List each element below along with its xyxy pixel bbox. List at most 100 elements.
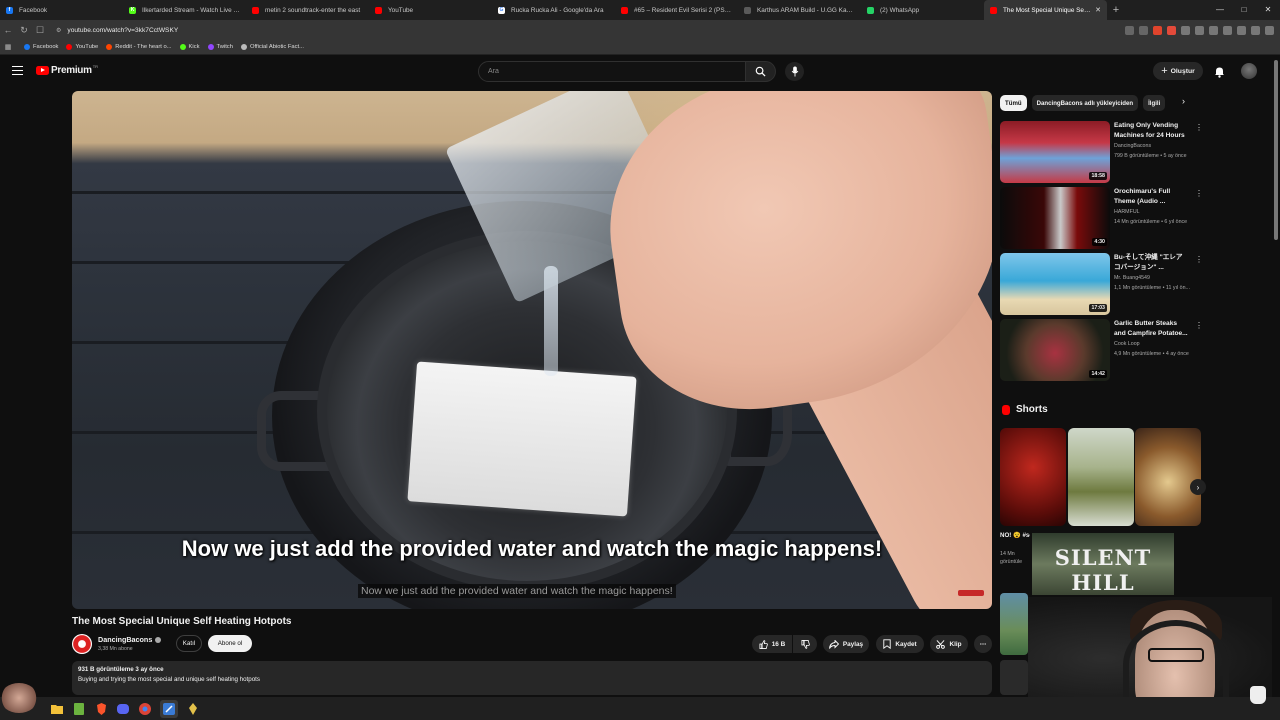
- extension-icon[interactable]: [1181, 25, 1190, 35]
- create-button[interactable]: + Oluştur: [1153, 62, 1203, 80]
- bookmark-item[interactable]: YouTube: [66, 44, 98, 50]
- video-title[interactable]: Garlic Butter Steaks and Campfire Potato…: [1114, 319, 1190, 338]
- bookmark-item[interactable]: Reddit - The heart o...: [106, 44, 172, 50]
- bookmark-item[interactable]: Official Abiotic Fact...: [240, 44, 304, 50]
- video-thumbnail[interactable]: 17:03: [1000, 253, 1110, 315]
- join-button[interactable]: Katıl: [176, 635, 202, 652]
- recommended-video[interactable]: 14:42 Garlic Butter Steaks and Campfire P…: [1000, 319, 1203, 381]
- brave-shield-icon[interactable]: [1153, 25, 1162, 35]
- like-button[interactable]: 16 B: [752, 635, 792, 653]
- share-button[interactable]: Paylaş: [823, 635, 869, 653]
- notifications-button[interactable]: [1214, 65, 1225, 83]
- browser-tab[interactable]: YouTube: [369, 0, 492, 20]
- bookmark-label: Official Abiotic Fact...: [249, 44, 304, 50]
- more-vertical-icon[interactable]: ⋮: [1195, 255, 1203, 264]
- chrome-icon[interactable]: [138, 702, 152, 716]
- video-thumbnail[interactable]: [1000, 593, 1028, 655]
- notepad-icon[interactable]: [72, 702, 86, 716]
- filter-chip[interactable]: Tümü: [1000, 95, 1027, 111]
- video-title[interactable]: Bu-そして沖縄 "エレア コバージョン" ...: [1114, 253, 1190, 272]
- channel-name[interactable]: HARMFUL: [1114, 209, 1140, 215]
- browser-tab[interactable]: G Rucka Rucka Ali - Google'da Ara: [492, 0, 615, 20]
- extension-icon[interactable]: [1139, 25, 1148, 35]
- description-box[interactable]: 931 B görüntüleme 3 ay önce Buying and t…: [72, 661, 992, 695]
- search-button[interactable]: [746, 61, 776, 82]
- app-icon[interactable]: [186, 702, 200, 716]
- close-tab-icon[interactable]: ✕: [1095, 6, 1101, 14]
- close-window-icon[interactable]: ✕: [1256, 0, 1280, 20]
- extension-icon[interactable]: [1209, 25, 1218, 35]
- browser-tab[interactable]: #65 – Resident Evil Serisi 2 (PS2 Dönem: [615, 0, 738, 20]
- youtube-premium-logo[interactable]: Premium TR: [36, 64, 99, 76]
- tab-title: Karthus ARAM Build - U.GG Karthus: [757, 6, 855, 14]
- video-thumbnail[interactable]: [1000, 660, 1028, 695]
- bookmark-item[interactable]: Facebook: [24, 44, 58, 50]
- channel-name[interactable]: Mr. Buang4549: [1114, 275, 1150, 281]
- browser-tab[interactable]: f Facebook: [0, 0, 123, 20]
- bookmark-item[interactable]: Twitch: [207, 44, 233, 50]
- browser-tab[interactable]: The Most Special Unique Self Heating Hot…: [984, 0, 1107, 20]
- browser-tab[interactable]: (2) WhatsApp: [861, 0, 984, 20]
- extension-icon[interactable]: [1223, 25, 1232, 35]
- more-vertical-icon[interactable]: ⋮: [1195, 321, 1203, 330]
- save-button[interactable]: Kaydet: [876, 635, 924, 653]
- clip-button[interactable]: Klip: [930, 635, 968, 653]
- more-actions-button[interactable]: ⋯: [974, 635, 992, 653]
- stream-overlay-banner: SILENT HILL: [1032, 533, 1174, 595]
- channel-watermark[interactable]: [958, 590, 984, 597]
- back-icon[interactable]: ←: [0, 25, 16, 35]
- channel-name[interactable]: DancingBacons: [1114, 143, 1151, 149]
- maximize-icon[interactable]: □: [1232, 0, 1256, 20]
- video-thumbnail[interactable]: 4:30: [1000, 187, 1110, 249]
- short-thumbnail[interactable]: [1068, 428, 1134, 526]
- file-explorer-icon[interactable]: [50, 702, 64, 716]
- filter-chip[interactable]: İlgili: [1143, 95, 1166, 111]
- channel-name-link[interactable]: DancingBacons: [98, 635, 162, 644]
- chevron-right-icon[interactable]: ›: [1182, 96, 1185, 106]
- more-vertical-icon[interactable]: ⋮: [1195, 189, 1203, 198]
- discord-icon[interactable]: [116, 702, 130, 716]
- url-field[interactable]: ⚙ youtube.com/watch?v=3kk7CctWSKY: [56, 27, 1125, 34]
- recommended-video[interactable]: 18:58 Eating Only Vending Machines for 24…: [1000, 121, 1203, 183]
- extension-icon[interactable]: [1125, 25, 1134, 35]
- new-tab-icon[interactable]: +: [1107, 4, 1125, 16]
- browser-tab[interactable]: K Ilkertarded Stream - Watch Live on K: [123, 0, 246, 20]
- browser-tab[interactable]: metin 2 soundtrack-enter the east: [246, 0, 369, 20]
- bookmark-item[interactable]: Kick: [179, 44, 200, 50]
- extension-icon[interactable]: [1237, 25, 1246, 35]
- shorts-next-button[interactable]: ›: [1190, 479, 1206, 495]
- video-title[interactable]: Orochimaru's Full Theme (Audio ...: [1114, 187, 1190, 206]
- extension-icon[interactable]: [1167, 25, 1176, 35]
- short-thumbnail[interactable]: [1000, 428, 1066, 526]
- bookmark-page-icon[interactable]: ☐: [32, 25, 48, 36]
- short-thumbnail[interactable]: [1135, 428, 1201, 526]
- site-info-icon[interactable]: ⚙: [56, 27, 61, 34]
- more-vertical-icon[interactable]: ⋮: [1195, 123, 1203, 132]
- video-player[interactable]: Now we just add the provided water and w…: [72, 91, 992, 609]
- voice-search-button[interactable]: [785, 62, 804, 81]
- scrollbar-thumb[interactable]: [1274, 60, 1278, 240]
- video-thumbnail[interactable]: 14:42: [1000, 319, 1110, 381]
- dislike-button[interactable]: [793, 635, 817, 653]
- streaming-app-icon[interactable]: [160, 699, 178, 718]
- subscribe-button[interactable]: Abone ol: [208, 635, 252, 652]
- video-title[interactable]: Eating Only Vending Machines for 24 Hour…: [1114, 121, 1190, 140]
- extension-icon[interactable]: [1251, 25, 1260, 35]
- menu-dots-icon[interactable]: [1265, 25, 1274, 35]
- filter-chip[interactable]: DancingBacons adlı yükleyiciden: [1031, 95, 1139, 111]
- extension-icon[interactable]: [1195, 25, 1204, 35]
- recommended-video[interactable]: 17:03 Bu-そして沖縄 "エレア コバージョン" ... Mr. Buang4…: [1000, 253, 1203, 315]
- browser-tab[interactable]: Karthus ARAM Build - U.GG Karthus: [738, 0, 861, 20]
- reload-icon[interactable]: ↻: [16, 25, 32, 36]
- channel-name[interactable]: Cook Loop: [1114, 341, 1140, 347]
- minimize-icon[interactable]: —: [1208, 0, 1232, 20]
- search-input[interactable]: Ara: [478, 61, 746, 82]
- account-avatar[interactable]: [1241, 63, 1257, 79]
- recommended-video[interactable]: 4:30 Orochimaru's Full Theme (Audio ... HA…: [1000, 187, 1203, 249]
- brave-browser-icon[interactable]: [94, 702, 108, 716]
- apps-grid-icon[interactable]: ▦: [0, 43, 16, 51]
- logo-region: TR: [92, 64, 99, 69]
- hamburger-menu-icon[interactable]: [12, 66, 23, 75]
- channel-avatar[interactable]: [72, 634, 92, 654]
- video-thumbnail[interactable]: 18:58: [1000, 121, 1110, 183]
